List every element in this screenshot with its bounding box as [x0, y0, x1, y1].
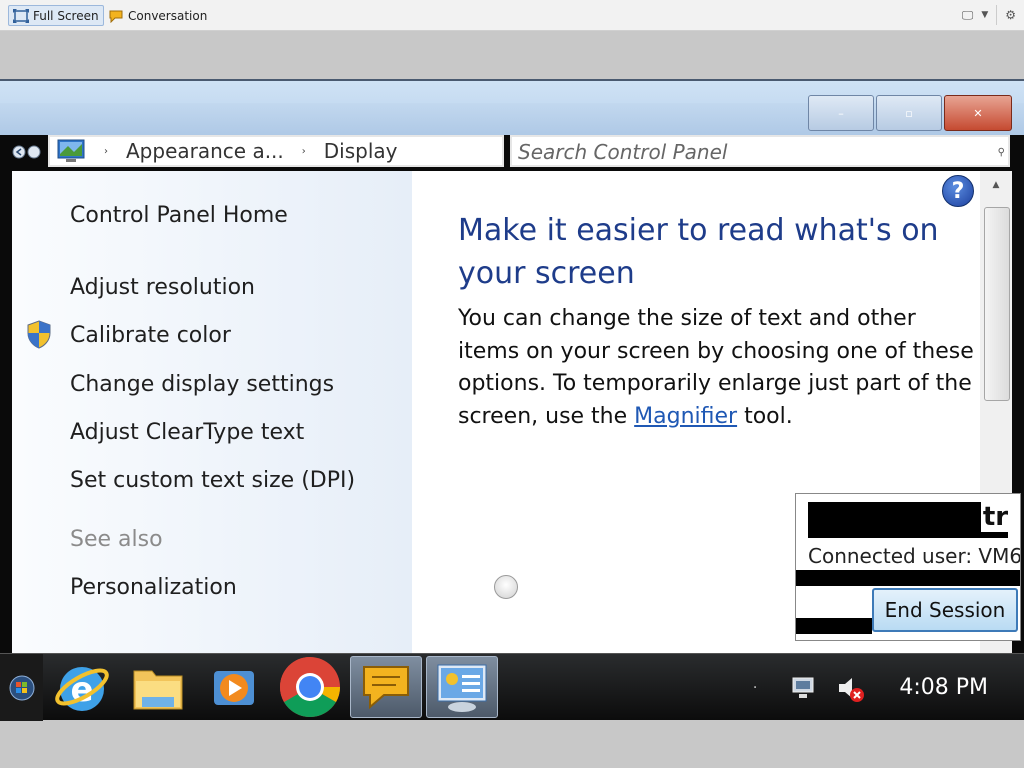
connected-user-text: Connected user: VM6 — [808, 544, 1021, 568]
breadcrumb-separator-icon[interactable]: › — [104, 146, 108, 157]
sidebar-item-calibrate-color[interactable]: Calibrate color — [70, 323, 231, 348]
session-title-text: tro — [980, 502, 1008, 532]
session-title: tro — [808, 502, 1008, 538]
breadcrumb-display[interactable]: Display — [324, 139, 398, 163]
display-icon[interactable]: 🖵 — [962, 8, 974, 23]
sidebar-item-control-panel-home[interactable]: Control Panel Home — [70, 203, 288, 228]
start-button[interactable] — [0, 654, 43, 721]
scroll-up-icon[interactable]: ▲ — [980, 171, 1012, 199]
back-forward-icon[interactable] — [12, 145, 44, 159]
search-placeholder: Search Control Panel — [518, 140, 728, 164]
sidebar-item-adjust-cleartype[interactable]: Adjust ClearType text — [70, 420, 304, 445]
chevron-down-icon[interactable]: ▼ — [981, 10, 988, 20]
remote-desktop: – ▫ ✕ › Appearance a... › Display Search… — [0, 79, 1024, 720]
show-hidden-icons-icon[interactable]: · — [753, 680, 757, 696]
restore-icon: ▫ — [905, 106, 913, 120]
host-toolbar: Full Screen Conversation 🖵 ▼ ⚙ — [0, 0, 1024, 31]
internet-explorer-icon[interactable]: e — [46, 656, 118, 718]
windows-logo-icon — [9, 675, 34, 700]
sidebar-item-custom-text-size[interactable]: Set custom text size (DPI) — [70, 468, 355, 493]
settings-icon[interactable]: ⚙ — [1005, 8, 1016, 22]
divider — [796, 570, 1020, 586]
chrome-icon[interactable] — [274, 656, 346, 718]
full-screen-icon — [13, 8, 29, 23]
session-panel: tro Connected user: VM6 End Session — [795, 493, 1021, 641]
window-title-bar: – ▫ ✕ — [0, 79, 1024, 135]
network-icon[interactable] — [789, 674, 819, 702]
magnifier-link[interactable]: Magnifier — [634, 404, 737, 429]
media-player-icon[interactable] — [198, 656, 270, 718]
conversation-label: Conversation — [128, 8, 208, 23]
minimize-icon: – — [838, 106, 844, 120]
sidebar-item-personalization[interactable]: Personalization — [70, 575, 237, 600]
minimize-button[interactable]: – — [808, 95, 874, 131]
sidebar-item-adjust-resolution[interactable]: Adjust resolution — [70, 275, 255, 300]
system-tray: · 4:08 PM — [753, 654, 1024, 721]
control-panel-icon — [57, 139, 85, 162]
description-text: You can change the size of text and othe… — [458, 303, 978, 433]
address-bar[interactable]: › Appearance a... › Display — [48, 135, 504, 167]
divider — [796, 618, 872, 634]
conversation-icon — [109, 10, 123, 23]
size-option-radio[interactable] — [494, 575, 518, 599]
description-part-2: tool. — [737, 403, 793, 429]
close-button[interactable]: ✕ — [944, 95, 1012, 131]
page-title: Make it easier to read what's on your sc… — [458, 213, 939, 291]
taskbar: e · 4:08 PM — [0, 653, 1024, 721]
see-also-heading: See also — [70, 527, 163, 552]
control-panel-app-icon[interactable] — [426, 656, 498, 718]
search-icon[interactable]: ⚲ — [998, 147, 1005, 158]
volume-muted-icon[interactable] — [835, 673, 865, 703]
conversation-button[interactable]: Conversation — [104, 5, 211, 26]
address-row: › Appearance a... › Display Search Contr… — [0, 135, 1024, 169]
sidebar: Control Panel Home Adjust resolution Cal… — [12, 171, 412, 719]
sidebar-item-change-display-settings[interactable]: Change display settings — [70, 372, 334, 397]
conversation-app-icon[interactable] — [350, 656, 422, 718]
shield-icon — [27, 320, 51, 349]
full-screen-button[interactable]: Full Screen — [8, 5, 104, 26]
scroll-thumb[interactable] — [984, 207, 1010, 401]
breadcrumb-appearance[interactable]: Appearance a... — [126, 139, 284, 163]
clock[interactable]: 4:08 PM — [899, 675, 988, 700]
breadcrumb-separator-icon[interactable]: › — [302, 146, 306, 157]
end-session-button[interactable]: End Session — [872, 588, 1018, 632]
full-screen-label: Full Screen — [33, 8, 99, 23]
help-icon[interactable]: ? — [942, 175, 974, 207]
restore-button[interactable]: ▫ — [876, 95, 942, 131]
file-explorer-icon[interactable] — [122, 656, 194, 718]
divider — [996, 5, 998, 25]
close-icon: ✕ — [973, 106, 983, 120]
search-input[interactable]: Search Control Panel ⚲ — [510, 135, 1010, 167]
